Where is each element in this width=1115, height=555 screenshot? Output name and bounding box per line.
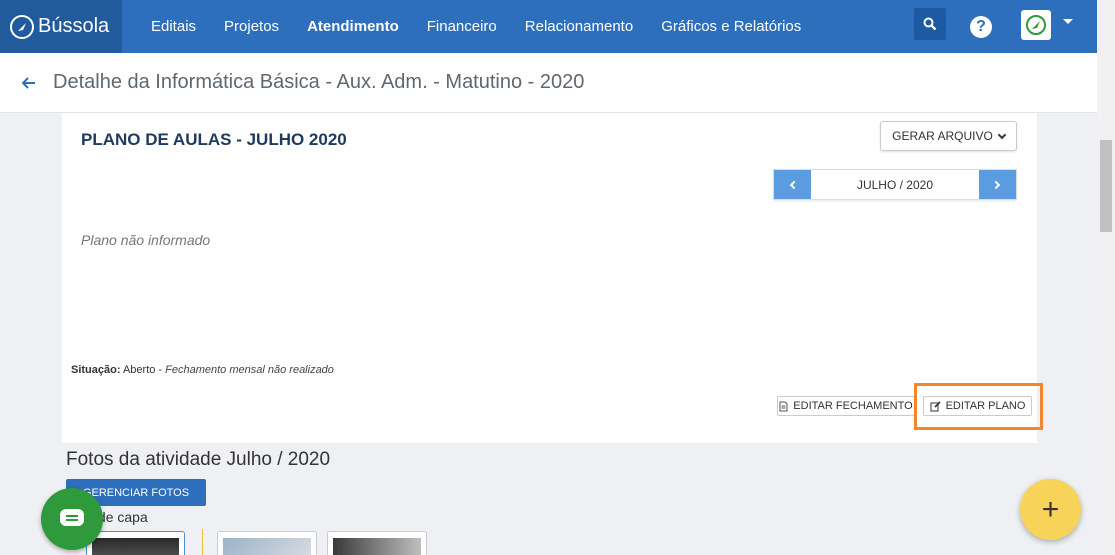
chat-button[interactable] [41, 488, 103, 550]
status-line: Situação: Aberto - Fechamento mensal não… [71, 364, 334, 376]
next-month-button[interactable] [979, 170, 1016, 199]
nav-item-editais[interactable]: Editais [137, 18, 210, 35]
user-menu-caret-icon[interactable] [1063, 19, 1073, 24]
photos-title: Fotos da atividade Julho / 2020 [66, 449, 331, 470]
plan-empty-text: Plano não informado [81, 232, 211, 248]
nav-item-graficos[interactable]: Gráficos e Relatórios [647, 18, 815, 35]
nav-item-projetos[interactable]: Projetos [210, 18, 293, 35]
photo-thumbnail[interactable] [86, 531, 185, 555]
help-icon[interactable]: ? [970, 16, 992, 38]
back-arrow-icon[interactable] [22, 74, 40, 92]
plan-card: PLANO DE AULAS - JULHO 2020 GERAR ARQUIV… [62, 113, 1037, 443]
status-value: Aberto - [122, 364, 166, 376]
divider [202, 529, 203, 555]
status-label: Situação: [71, 364, 121, 376]
chevron-down-icon [997, 130, 1007, 139]
compass-icon [1026, 15, 1046, 35]
photo-thumbnail[interactable] [327, 531, 427, 555]
photo-thumbnail[interactable] [217, 531, 317, 555]
main-nav: Editais Projetos Atendimento Financeiro … [137, 18, 815, 35]
compass-icon [10, 14, 34, 39]
card-title: PLANO DE AULAS - JULHO 2020 [81, 130, 347, 149]
edit-closing-label: EDITAR FECHAMENTO [793, 400, 913, 412]
nav-item-financeiro[interactable]: Financeiro [413, 18, 511, 35]
scrollbar-thumb[interactable] [1100, 140, 1112, 232]
chevron-left-icon [789, 180, 799, 189]
brand-logo[interactable]: Bússola [0, 0, 122, 53]
month-label: JULHO / 2020 [856, 177, 934, 192]
chevron-right-icon [991, 180, 1001, 189]
generate-file-label: GERAR ARQUIVO [892, 129, 993, 143]
add-button[interactable]: + [1020, 479, 1081, 540]
user-avatar[interactable] [1021, 10, 1051, 40]
month-navigator: JULHO / 2020 [773, 169, 1017, 200]
scrollbar[interactable] [1097, 0, 1115, 555]
chat-icon [60, 509, 84, 526]
edit-closing-button[interactable]: EDITAR FECHAMENTO [777, 396, 915, 416]
brand-name: Bússola [38, 15, 110, 37]
status-note: Fechamento mensal não realizado [165, 364, 334, 376]
document-icon [779, 401, 788, 411]
page-title: Detalhe da Informática Básica - Aux. Adm… [53, 71, 585, 93]
highlight-box [914, 383, 1043, 430]
nav-item-relacionamento[interactable]: Relacionamento [511, 18, 647, 35]
prev-month-button[interactable] [774, 170, 811, 199]
page-header: Detalhe da Informática Básica - Aux. Adm… [0, 53, 1097, 113]
search-button[interactable] [914, 8, 946, 40]
search-icon [923, 17, 937, 31]
generate-file-button[interactable]: GERAR ARQUIVO [880, 121, 1017, 151]
plus-icon: + [1041, 492, 1060, 526]
top-navbar: Bússola Editais Projetos Atendimento Fin… [0, 0, 1097, 53]
nav-item-atendimento[interactable]: Atendimento [293, 18, 413, 35]
